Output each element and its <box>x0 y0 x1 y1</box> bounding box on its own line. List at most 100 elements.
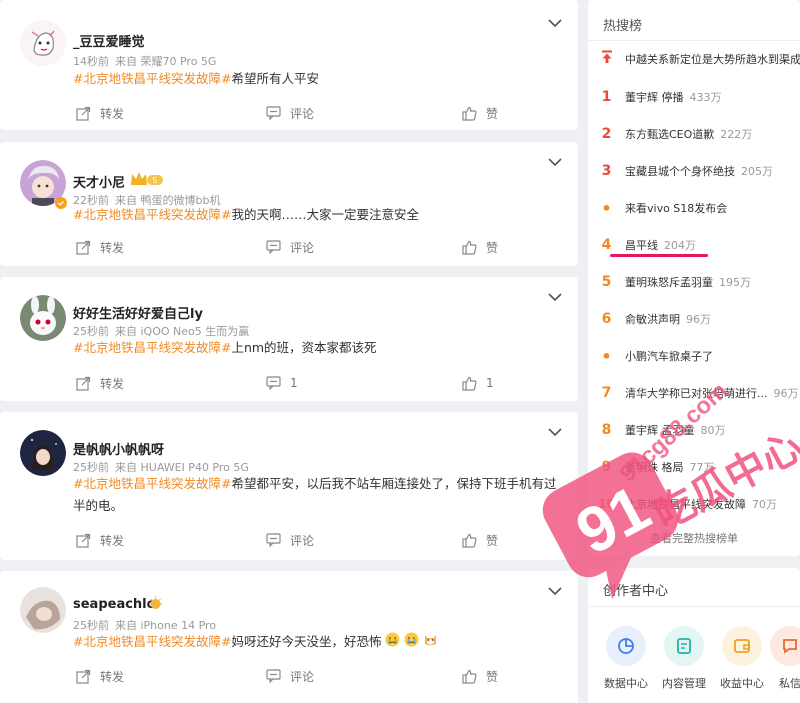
forward-button[interactable]: 转发 <box>76 236 124 258</box>
comment-label: 评论 <box>290 240 315 255</box>
thumbs-up-icon <box>462 376 477 391</box>
revenue-center-label: 收益中心 <box>720 677 764 690</box>
like-button[interactable]: 赞 <box>462 236 498 258</box>
topic-link[interactable]: #北京地铁昌平线突发故障# <box>73 476 231 491</box>
like-button[interactable]: 1 <box>462 372 494 394</box>
private-message-label: 私信 <box>779 677 800 690</box>
like-button[interactable]: 赞 <box>462 529 498 551</box>
user-name[interactable]: 是帆帆小帆帆呀 <box>73 439 164 458</box>
hot-search-item-promoted[interactable]: • 来看vivo S18发布会 <box>588 196 800 220</box>
weibo-post: seapeachlo 25秒前 来自 iPhone 14 Pro #北京地铁昌平线… <box>0 571 578 703</box>
view-full-hot-list-link[interactable]: 查看完整热搜榜单 <box>588 530 800 546</box>
hot-search-rank: 5 <box>601 274 612 290</box>
hot-search-text: 董明珠怒斥孟羽童 <box>625 276 713 289</box>
thumbs-up-icon <box>462 669 477 684</box>
hot-search-text: 昌平线 <box>625 239 658 252</box>
hot-search-item[interactable]: 5 董明珠怒斥孟羽童 195万 <box>588 270 800 294</box>
comment-count: 1 <box>290 376 298 390</box>
hot-search-rank: 4 <box>601 237 612 253</box>
hot-search-rank: 9 <box>601 459 612 475</box>
chevron-down-icon[interactable] <box>548 157 562 167</box>
hot-search-heat: 205万 <box>741 165 773 178</box>
forward-icon <box>76 669 91 684</box>
post-time[interactable]: 14秒前 <box>73 55 109 68</box>
hot-search-text: 董明珠 格局 <box>625 461 684 474</box>
hot-search-text: 北京地铁昌平线突发故障 <box>625 498 746 511</box>
comment-icon <box>266 669 281 683</box>
private-message-button[interactable]: 私信 <box>770 626 800 691</box>
hot-search-item[interactable]: 6 俞敏洪声明 96万 <box>588 307 800 331</box>
hot-search-item[interactable]: 2 东方甄选CEO道歉 222万 <box>588 122 800 146</box>
hot-search-item[interactable]: 7 清华大学称已对张培萌进行... 96万 <box>588 381 800 405</box>
topic-link[interactable]: #北京地铁昌平线突发故障# <box>73 340 231 355</box>
revenue-center-button[interactable]: 收益中心 <box>714 626 770 691</box>
post-text: #北京地铁昌平线突发故障#希望所有人平安 <box>73 68 563 90</box>
comment-button[interactable]: 评论 <box>266 236 314 258</box>
hot-search-rank: 7 <box>601 385 612 401</box>
forward-button[interactable]: 转发 <box>76 529 124 551</box>
hot-search-item-promoted[interactable]: • 小鹏汽车掀桌子了 <box>588 344 800 368</box>
comment-icon <box>266 533 281 547</box>
hot-search-text: 小鹏汽车掀桌子了 <box>625 350 713 363</box>
divider <box>588 40 800 41</box>
avatar[interactable] <box>20 295 66 341</box>
post-actions: 转发 评论 赞 <box>0 529 578 551</box>
like-button[interactable]: 赞 <box>462 665 498 687</box>
forward-button[interactable]: 转发 <box>76 665 124 687</box>
hot-search-rank: 6 <box>601 311 612 327</box>
post-actions: 转发 评论 赞 <box>0 665 578 687</box>
forward-icon <box>76 240 91 255</box>
comment-button[interactable]: 评论 <box>266 102 314 124</box>
weibo-post: 好好生活好好爱自己ly 25秒前 来自 iQOO Neo5 生而为赢 #北京地铁昌… <box>0 277 578 401</box>
avatar[interactable] <box>20 20 66 66</box>
vip-crown-icon[interactable]: 5 <box>130 170 164 187</box>
comment-button[interactable]: 评论 <box>266 665 314 687</box>
forward-label: 转发 <box>100 376 125 391</box>
hot-search-item-pinned[interactable]: 中越关系新定位是大势所趋水到渠成 <box>588 47 800 71</box>
avatar[interactable] <box>20 430 66 476</box>
chevron-down-icon[interactable] <box>548 427 562 437</box>
crying-emoji-icon <box>385 632 400 654</box>
divider <box>588 606 800 607</box>
hot-search-text: 董宇辉 孟羽童 <box>625 424 695 437</box>
topic-link[interactable]: #北京地铁昌平线突发故障# <box>73 634 231 649</box>
forward-button[interactable]: 转发 <box>76 102 124 124</box>
hot-search-heat: 80万 <box>700 424 726 437</box>
hot-search-heat: 70万 <box>752 498 777 511</box>
forward-label: 转发 <box>100 106 125 121</box>
comment-button[interactable]: 1 <box>266 372 298 394</box>
user-name[interactable]: _豆豆爱睡觉 <box>73 31 145 50</box>
like-button[interactable]: 赞 <box>462 102 498 124</box>
chevron-down-icon[interactable] <box>548 586 562 596</box>
data-center-button[interactable]: 数据中心 <box>598 626 654 691</box>
creator-center-panel: 创作者中心 数据中心 内容管理 收益中心 私信 <box>588 568 800 703</box>
user-name[interactable]: seapeachlo <box>73 597 156 612</box>
content-management-button[interactable]: 内容管理 <box>656 626 712 691</box>
topic-link[interactable]: #北京地铁昌平线突发故障# <box>73 71 231 86</box>
topic-link[interactable]: #北京地铁昌平线突发故障# <box>73 207 231 222</box>
hot-search-rank: 8 <box>601 422 612 438</box>
chevron-down-icon[interactable] <box>548 292 562 302</box>
chevron-down-icon[interactable] <box>548 18 562 28</box>
comment-label: 评论 <box>290 669 315 684</box>
user-name[interactable]: 好好生活好好爱自己ly <box>73 303 203 322</box>
hot-search-item[interactable]: 3 宝藏县城个个身怀绝技 205万 <box>588 159 800 183</box>
thumbs-up-icon <box>462 240 477 255</box>
hot-search-item[interactable]: 10 北京地铁昌平线突发故障 70万 <box>588 492 800 516</box>
user-name[interactable]: 天才小尼 <box>73 172 125 191</box>
hot-search-item[interactable]: 1 董宇辉 停播 433万 <box>588 85 800 109</box>
pin-top-icon <box>588 50 625 68</box>
avatar[interactable] <box>20 587 66 633</box>
hot-search-heat: 77万 <box>689 461 715 474</box>
like-label: 赞 <box>486 533 499 548</box>
hot-search-item[interactable]: 8 董宇辉 孟羽童 80万 <box>588 418 800 442</box>
like-label: 赞 <box>486 669 499 684</box>
hot-search-item[interactable]: 9 董明珠 格局 77万 <box>588 455 800 479</box>
like-count: 1 <box>486 376 494 390</box>
like-label: 赞 <box>486 240 499 255</box>
forward-label: 转发 <box>100 240 125 255</box>
weibo-post: 是帆帆小帆帆呀 25秒前 来自 HUAWEI P40 Pro 5G #北京地铁昌平… <box>0 412 578 560</box>
comment-button[interactable]: 评论 <box>266 529 314 551</box>
post-actions: 转发 评论 赞 <box>0 102 578 124</box>
forward-button[interactable]: 转发 <box>76 372 124 394</box>
